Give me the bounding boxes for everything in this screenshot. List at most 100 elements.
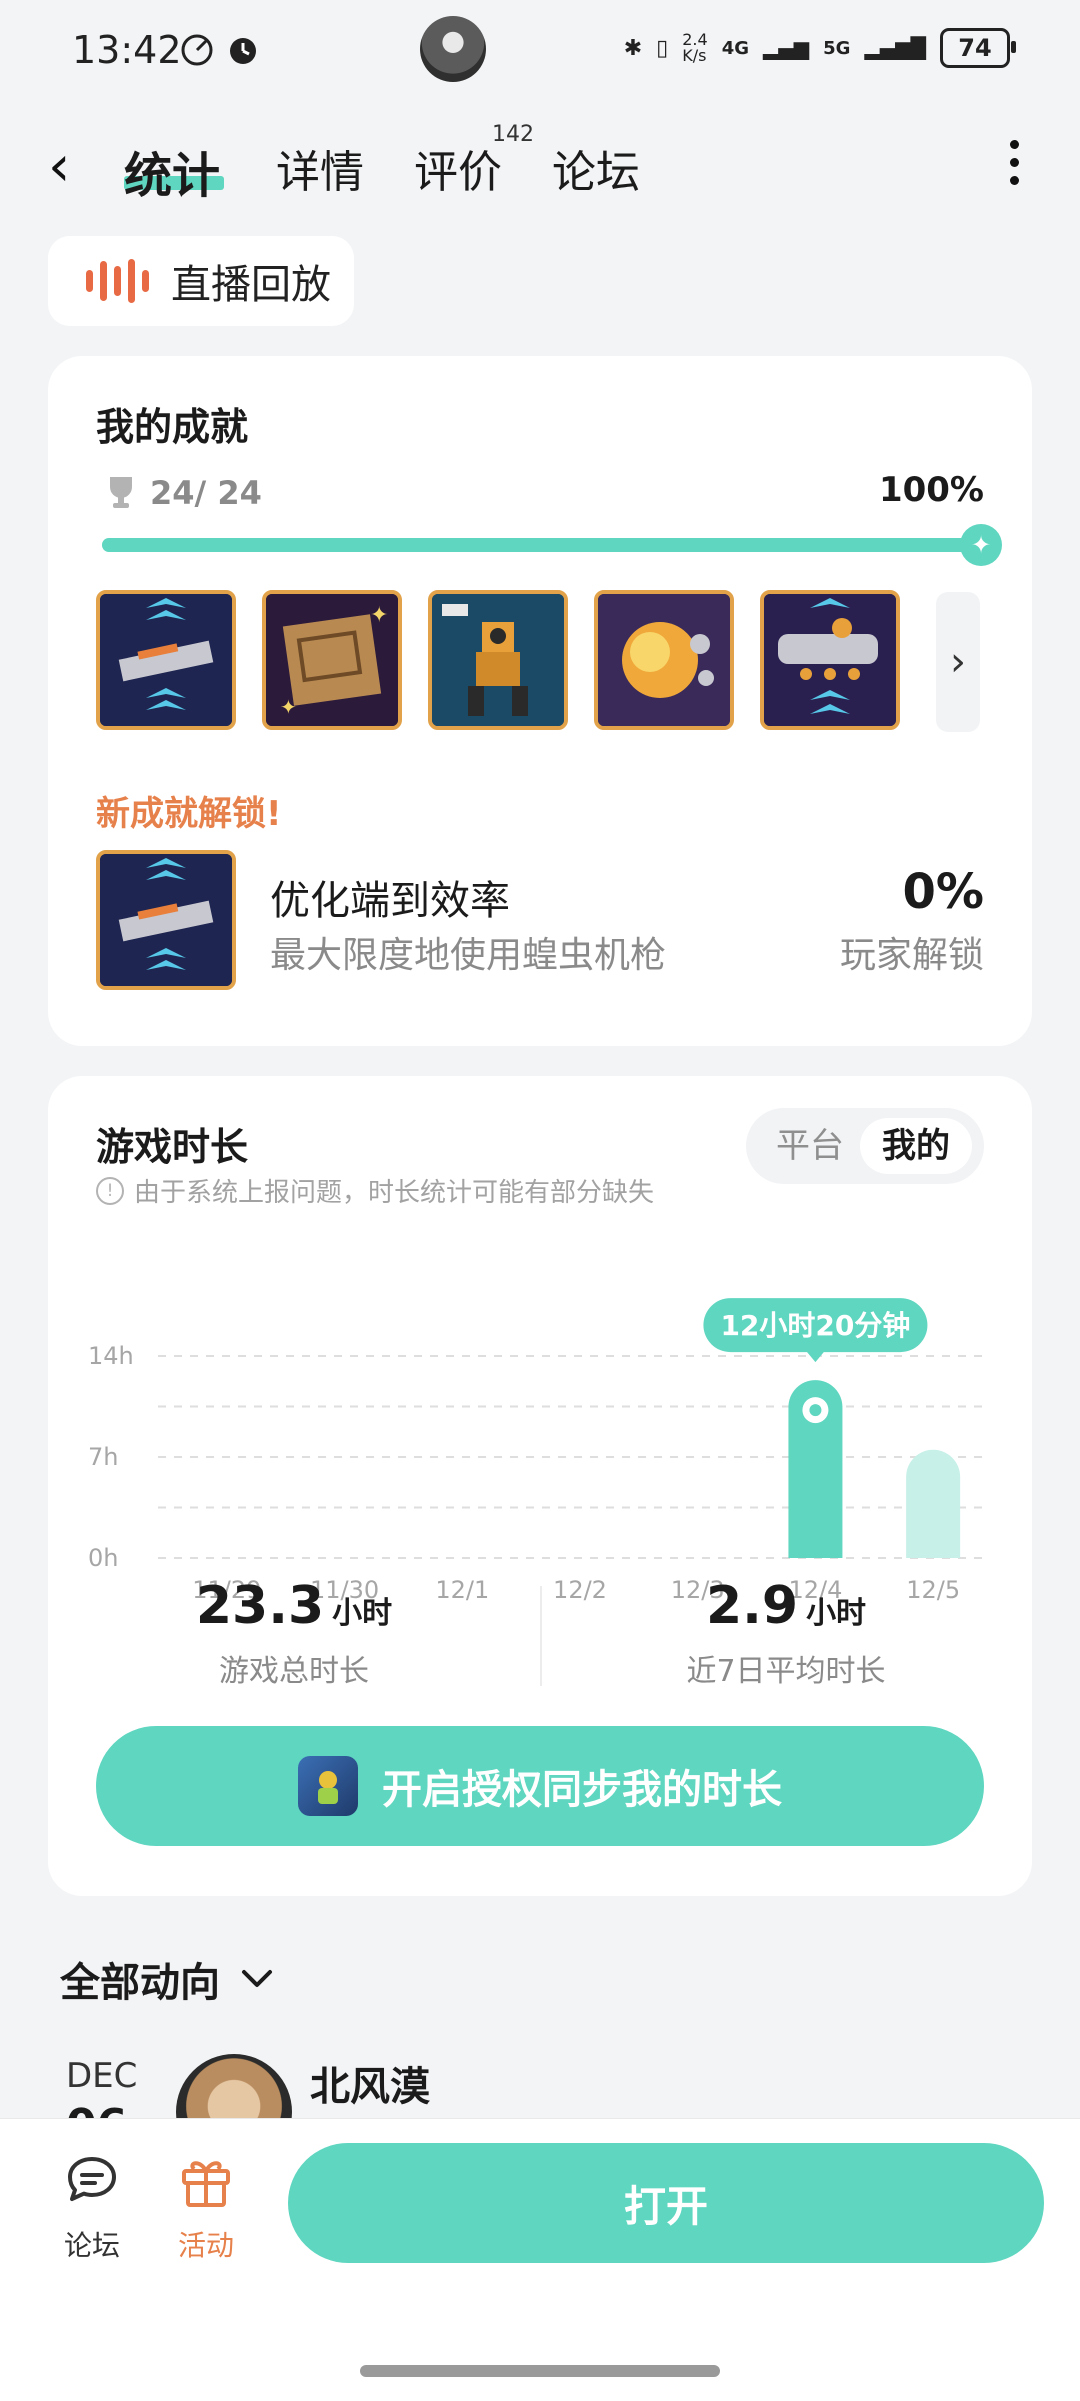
- avg-playtime-value: 2.9: [705, 1576, 799, 1636]
- progress-star-icon: ✦: [960, 524, 1002, 566]
- open-game-button[interactable]: 打开: [288, 2143, 1044, 2263]
- toggle-mine[interactable]: 我的: [860, 1118, 972, 1174]
- sync-playtime-button[interactable]: 开启授权同步我的时长: [96, 1726, 984, 1846]
- tab-stats[interactable]: 统计: [124, 136, 220, 206]
- new-unlock-title: 新成就解锁!: [96, 794, 282, 834]
- home-indicator[interactable]: [360, 2365, 720, 2377]
- chart-y-tick: 14h: [88, 1342, 134, 1370]
- total-playtime-value: 23.3: [195, 1576, 325, 1636]
- all-activity-label: 全部动向: [60, 1960, 220, 2006]
- mech-robot-icon: [432, 594, 564, 726]
- gun-badge-icon: [100, 594, 232, 726]
- battery-icon: 74: [940, 28, 1016, 68]
- gift-icon: [182, 2161, 230, 2207]
- status-avatar: [420, 16, 486, 82]
- total-playtime: 23.3 小时 游戏总时长: [48, 1576, 540, 1690]
- bottom-forum-label: 论坛: [63, 2229, 120, 2262]
- info-icon: !: [96, 1176, 124, 1205]
- post-day: 06: [66, 2100, 127, 2120]
- chart-bar: [906, 1449, 961, 1558]
- chart-bar-marker-dot: [809, 1404, 822, 1417]
- achievement-badge-4[interactable]: [594, 590, 734, 730]
- achievement-progress-track: [102, 538, 982, 552]
- open-game-label: 打开: [623, 2181, 708, 2231]
- total-playtime-label: 游戏总时长: [219, 1654, 369, 1689]
- playtime-title: 游戏时长: [96, 1125, 249, 1169]
- new-achievement-row[interactable]: 优化端到效率 最大限度地使用蝗虫机枪 0% 玩家解锁: [96, 850, 984, 994]
- status-time: 13:42: [72, 28, 182, 72]
- playtime-notice: ! 由于系统上报问题，时长统计可能有部分缺失: [96, 1172, 654, 1209]
- chat-icon: [68, 2157, 116, 2201]
- network-speed: 2.4 K/s: [682, 30, 708, 65]
- bottom-activity-button[interactable]: 活动: [156, 2153, 256, 2264]
- bluetooth-icon: ✱: [623, 35, 643, 61]
- signal-4g-icon: ▂▄▆: [763, 36, 810, 60]
- chart-y-tick: 7h: [88, 1443, 118, 1471]
- achievement-badge-list: ✦ ✦: [96, 590, 900, 730]
- bottom-activity-label: 活动: [177, 2229, 234, 2262]
- achievement-badge-2[interactable]: ✦ ✦: [262, 590, 402, 730]
- total-playtime-unit: 小时: [332, 1596, 393, 1631]
- gun-badge-icon: [100, 854, 232, 986]
- achievement-count-value: 24/ 24: [150, 474, 262, 512]
- new-achievement-percent: 0%: [902, 864, 985, 920]
- achievement-badge-3[interactable]: [428, 590, 568, 730]
- achievements-title: 我的成就: [96, 405, 249, 449]
- playtime-chart: 14h7h0h11/29 11/30 12/1 12/2 12/3 12/412小时20分…: [88, 1298, 982, 1604]
- top-nav: ‹ 统计 详情 评价 142 论坛: [0, 110, 1080, 220]
- avg-playtime-unit: 小时: [806, 1596, 867, 1631]
- live-replay-button[interactable]: 直播回放: [48, 236, 354, 326]
- review-count-badge: 142: [492, 122, 534, 147]
- achievements-card: 我的成就 24/ 24 100% ✦ ✦ ✦ › 新成就解锁! 优化端到效率 最…: [48, 356, 1032, 1046]
- all-activity-dropdown[interactable]: 全部动向: [60, 1950, 274, 2008]
- chart-y-tick: 0h: [88, 1544, 118, 1572]
- new-achievement-name: 优化端到效率: [270, 878, 510, 924]
- achievement-progress-fill: [102, 538, 982, 552]
- post-month: DEC: [66, 2056, 138, 2096]
- bomb-launcher-icon: [764, 594, 896, 726]
- more-menu-icon[interactable]: [1010, 140, 1020, 194]
- tab-reviews[interactable]: 评价: [414, 136, 502, 200]
- new-achievement-percent-label: 玩家解锁: [839, 935, 984, 976]
- playtime-card: 游戏时长 平台 我的 ! 由于系统上报问题，时长统计可能有部分缺失 14h 7h 0…: [48, 1076, 1032, 1896]
- avg-playtime: 2.9 小时 近7日平均时长: [540, 1576, 1032, 1690]
- tab-details[interactable]: 详情: [276, 136, 364, 200]
- trophy-icon: [110, 477, 132, 508]
- audio-wave-icon: [86, 259, 149, 303]
- game-app-icon: [298, 1756, 358, 1816]
- achievement-count: 24/ 24: [104, 474, 262, 512]
- signal-5g-label: 5G: [823, 37, 851, 59]
- signal-5g-icon: ▂▄▆█: [864, 36, 926, 60]
- map-scroll-icon: ✦✦: [266, 594, 398, 726]
- achievement-badge-1[interactable]: [96, 590, 236, 730]
- playtime-stats: 23.3 小时 游戏总时长 2.9 小时 近7日平均时长: [48, 1576, 1032, 1716]
- svg-text:✦: ✦: [280, 695, 297, 719]
- status-right: ✱ ▯ 2.4 K/s 4G ▂▄▆ 5G ▂▄▆█ 74: [623, 28, 1016, 68]
- status-bar: 13:42 ✱ ▯ 2.4 K/s 4G ▂▄▆ 5G ▂▄▆█ 74: [0, 0, 1080, 100]
- explosion-icon: [598, 594, 730, 726]
- status-left-icons: [181, 34, 256, 66]
- playtime-notice-text: 由于系统上报问题，时长统计可能有部分缺失: [134, 1178, 655, 1208]
- post-author-name[interactable]: 北风漠: [310, 2054, 430, 2112]
- chart-highlight-label: 12小时20分钟: [720, 1309, 910, 1342]
- toggle-platform[interactable]: 平台: [760, 1118, 860, 1174]
- avg-playtime-label: 近7日平均时长: [686, 1654, 886, 1689]
- vibrate-icon: ▯: [656, 35, 669, 61]
- chevron-down-icon: [242, 1970, 272, 1987]
- battery-level: 74: [958, 34, 992, 62]
- new-achievement-badge: [96, 850, 236, 990]
- bottom-forum-button[interactable]: 论坛: [42, 2153, 142, 2264]
- chart-highlight-pointer: [805, 1350, 826, 1363]
- tab-forum[interactable]: 论坛: [552, 136, 640, 200]
- achievement-badge-5[interactable]: [760, 590, 900, 730]
- live-replay-label: 直播回放: [171, 262, 331, 308]
- playtime-toggle: 平台 我的: [746, 1108, 984, 1184]
- bottom-bar: 论坛 活动 打开: [0, 2118, 1080, 2401]
- new-achievement-description: 最大限度地使用蝗虫机枪: [270, 935, 667, 976]
- back-button[interactable]: ‹: [48, 134, 70, 199]
- chevron-right-icon[interactable]: ›: [936, 592, 980, 732]
- sync-playtime-label: 开启授权同步我的时长: [382, 1767, 782, 1813]
- achievement-percent: 100%: [878, 470, 984, 510]
- svg-text:✦: ✦: [370, 603, 388, 628]
- signal-4g-label: 4G: [721, 37, 749, 59]
